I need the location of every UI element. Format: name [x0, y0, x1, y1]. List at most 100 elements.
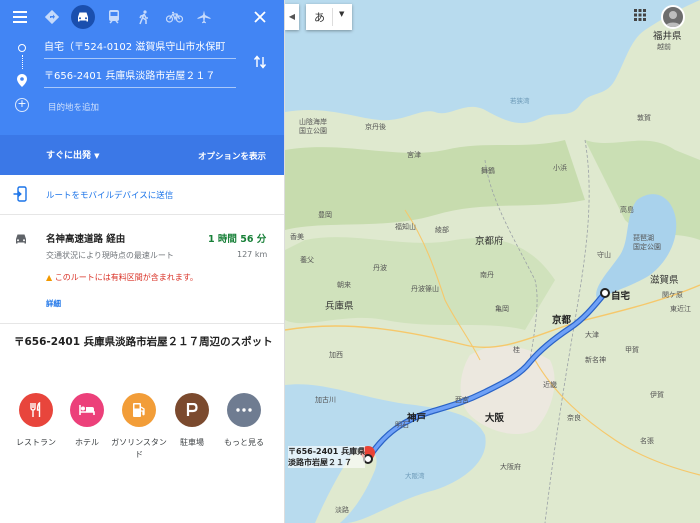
flight-icon[interactable] — [192, 5, 216, 29]
directions-panel: 自宅（〒524-0102 滋賀県守山市水保町 〒656-2401 兵庫県淡路市岩… — [0, 0, 285, 523]
map-label: 西宮 — [455, 396, 469, 404]
map-label: 朝来 — [337, 281, 351, 289]
depart-now-dropdown[interactable]: すぐに出発 ▼ — [46, 148, 100, 161]
route-connector — [21, 55, 23, 69]
map-label: 越前 — [657, 43, 671, 51]
restaurant-icon[interactable] — [19, 393, 53, 427]
send-to-device-icon — [13, 186, 27, 206]
map-label: 淡路 — [335, 506, 349, 514]
map-label: 丹波 — [373, 264, 387, 272]
map-label: 守山 — [597, 251, 611, 259]
toll-warning-text: このルートには有料区間が含まれます。 — [54, 273, 198, 282]
map-label: 福知山 — [395, 223, 416, 231]
destination-input[interactable]: 〒656-2401 兵庫県淡路市岩屋２１７ — [44, 66, 236, 88]
route-distance: 127 km — [237, 250, 268, 259]
map-label: 大阪府 — [500, 463, 521, 471]
details-link[interactable]: 詳細 — [46, 298, 61, 309]
map-label: 近畿 — [543, 381, 557, 389]
destination-label: 〒656-2401 兵庫県 淡路市岩屋２１７ — [288, 446, 366, 468]
map-label: 兵庫県 — [325, 301, 354, 312]
map-label: 京都府 — [475, 236, 504, 247]
map-label: 若狭湾 — [510, 97, 530, 105]
map-label: 小浜 — [553, 164, 567, 172]
map-label: 京丹後 — [365, 123, 386, 131]
map-label: 神戸 — [407, 413, 427, 424]
map-label: 山陰海岸 国立公園 — [299, 118, 327, 135]
destination-pin-icon — [17, 72, 27, 91]
map-label: 関ケ原 — [662, 291, 683, 299]
origin-marker-icon[interactable] — [600, 288, 610, 298]
menu-icon[interactable] — [8, 5, 32, 29]
map-label: 敦賀 — [637, 114, 651, 122]
map-label: 加古川 — [315, 396, 336, 404]
bicycle-icon[interactable] — [162, 5, 186, 29]
map-terrain — [285, 0, 700, 523]
poi-label-parking: 駐車場 — [180, 438, 204, 447]
poi-label-gas-station: ガソリンスタンド — [111, 438, 167, 459]
map-label: 綾部 — [435, 226, 449, 234]
map-label: 琵琶湖 国定公園 — [633, 234, 661, 251]
close-icon[interactable] — [248, 5, 272, 29]
poi-label-hotel: ホテル — [75, 438, 99, 447]
depart-now-label: すぐに出発 — [46, 151, 92, 161]
send-to-device-link[interactable]: ルートをモバイルデバイスに送信 — [46, 189, 173, 201]
best-route-icon[interactable] — [40, 5, 64, 29]
map-label: 京都 — [552, 315, 572, 326]
map-label: 新名神 — [585, 356, 606, 364]
map-label: 大津 — [585, 331, 599, 339]
collapse-panel-button[interactable]: ◀ — [285, 4, 299, 30]
map-label: 伊賀 — [650, 391, 664, 399]
map-label: 滋賀県 — [650, 275, 679, 286]
map-label: 養父 — [300, 256, 314, 264]
swap-icon[interactable] — [253, 55, 267, 73]
origin-dot-icon — [18, 44, 26, 52]
chevron-down-icon: ▼ — [94, 152, 100, 160]
poi-label-more: もっと見る — [224, 438, 264, 447]
input-method-label: あ — [314, 11, 325, 24]
gas-station-icon[interactable] — [122, 393, 156, 427]
travel-mode-bar — [0, 0, 284, 34]
map-label: 東近江 — [670, 305, 691, 313]
map-label: 南丹 — [480, 271, 494, 279]
toll-warning: ▲ このルートには有料区間が含まれます。 — [46, 272, 198, 283]
map-label: 香美 — [290, 233, 304, 241]
nearby-spots-title: 〒656-2401 兵庫県淡路市岩屋２１７周辺のスポット — [14, 336, 273, 348]
directions-header: 自宅（〒524-0102 滋賀県守山市水保町 〒656-2401 兵庫県淡路市岩… — [0, 0, 284, 175]
walk-icon[interactable] — [132, 5, 156, 29]
destination-point-icon — [363, 454, 373, 464]
route-duration: 1 時間 56 分 — [208, 234, 267, 245]
map-label: 丹波篠山 — [411, 285, 439, 293]
parking-icon[interactable] — [175, 393, 209, 427]
map-label: 高島 — [620, 206, 634, 214]
origin-label: 自宅 — [611, 291, 631, 302]
map-label: 舞鶴 — [481, 167, 495, 175]
avatar[interactable] — [661, 5, 685, 29]
origin-input[interactable]: 自宅（〒524-0102 滋賀県守山市水保町 — [44, 37, 236, 59]
add-destination-icon[interactable]: + — [15, 98, 29, 112]
map-label: 大阪湾 — [405, 472, 425, 480]
route-via: 名神高速道路 経由 — [46, 234, 126, 245]
map-label: 加西 — [329, 351, 343, 359]
chevron-down-icon: ▼ — [339, 10, 345, 18]
map-label: 亀岡 — [495, 305, 509, 313]
warning-icon: ▲ — [46, 273, 53, 282]
transit-icon[interactable] — [102, 5, 126, 29]
map-canvas[interactable]: 福井県 越前 敦賀 小浜 若狭湾 京丹後 宮津 舞鶴 山陰海岸 国立公園 豊岡 … — [285, 0, 700, 523]
hotel-icon[interactable] — [70, 393, 104, 427]
route-description: 交通状況により現時点の最速ルート — [46, 251, 174, 260]
input-method-selector[interactable]: あ ▼ — [306, 4, 352, 30]
map-label: 甲賀 — [625, 346, 639, 354]
car-icon — [14, 230, 28, 249]
map-label: 大阪 — [485, 413, 505, 424]
map-label: 桂 — [513, 346, 520, 354]
show-options-button[interactable]: オプションを表示 — [198, 150, 266, 162]
more-icon[interactable] — [227, 393, 261, 427]
add-destination-button[interactable]: 目的地を追加 — [48, 101, 99, 113]
car-mode-icon[interactable] — [71, 5, 95, 29]
map-label: 福井県 — [653, 31, 682, 42]
map-label: 宮津 — [407, 151, 421, 159]
map-label: 奈良 — [567, 414, 581, 422]
divider — [332, 8, 333, 26]
map-label: 豊岡 — [318, 211, 332, 219]
map-label: 名張 — [640, 437, 654, 445]
